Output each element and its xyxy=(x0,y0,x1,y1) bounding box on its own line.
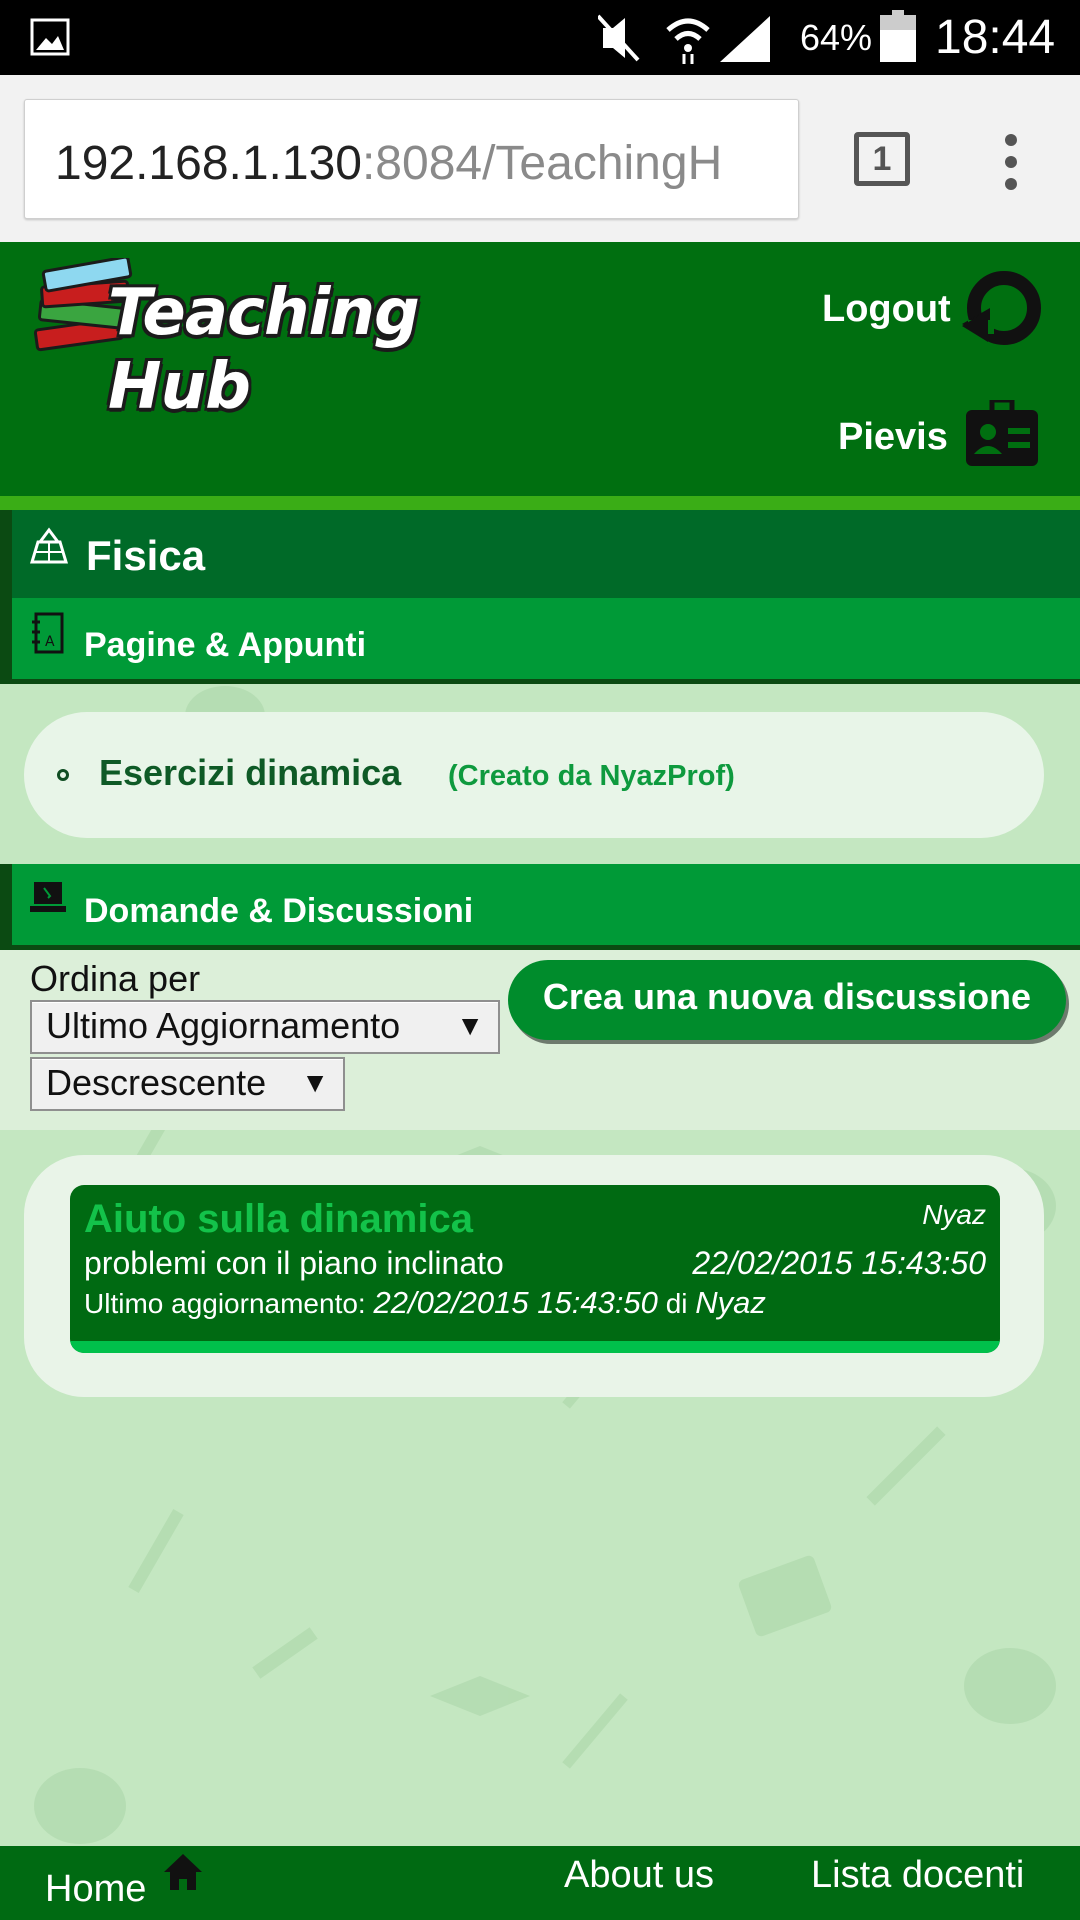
discussion-author: Nyaz xyxy=(922,1199,986,1230)
discussions-list: Aiuto sulla dinamica Nyaz problemi con i… xyxy=(24,1155,1044,1397)
gallery-icon xyxy=(30,18,70,56)
create-discussion-button[interactable]: Crea una nuova discussione xyxy=(508,960,1066,1040)
subject-title: Fisica xyxy=(86,532,206,579)
sort-order-value: Descrescente xyxy=(46,1062,267,1103)
browser-toolbar: 192.168.1.130:8084/TeachingH 1 xyxy=(0,75,1080,242)
battery-percent: 64% xyxy=(800,17,873,58)
discussion-created-date: 22/02/2015 15:43:50 xyxy=(692,1245,986,1281)
discussion-subtitle: problemi con il piano inclinato xyxy=(84,1245,504,1281)
overflow-menu-icon[interactable] xyxy=(1000,132,1022,192)
discussions-section-header: Domande & Discussioni xyxy=(0,864,1080,950)
pages-section-header: A Pagine & Appunti xyxy=(0,598,1080,684)
tab-switcher-button[interactable]: 1 xyxy=(854,132,910,186)
discussion-underline xyxy=(70,1341,1000,1353)
bullet-icon xyxy=(57,769,69,781)
discussion-controls: Ordina per Ultimo Aggiornamento ▼ Descre… xyxy=(0,950,1080,1130)
header-divider xyxy=(0,496,1080,510)
sort-field-value: Ultimo Aggiornamento xyxy=(46,1005,401,1046)
url-path: :8084/TeachingH xyxy=(361,137,723,190)
clock: 18:44 xyxy=(935,11,1056,64)
sort-label: Ordina per xyxy=(30,958,201,999)
discussion-last-update: Ultimo aggiornamento: 22/02/2015 15:43:5… xyxy=(84,1285,766,1321)
footer-about-link[interactable]: About us xyxy=(564,1854,714,1897)
dropdown-arrow-icon: ▼ xyxy=(301,1067,329,1098)
page-link[interactable]: Esercizi dinamica xyxy=(99,752,401,794)
footer-teachers-link[interactable]: Lista docenti xyxy=(811,1854,1024,1897)
by-label: di xyxy=(665,1288,688,1319)
discussion-title[interactable]: Aiuto sulla dinamica xyxy=(84,1197,473,1242)
subject-header: Fisica xyxy=(0,510,1080,598)
pages-section-title: Pagine & Appunti xyxy=(84,626,367,664)
id-badge-icon[interactable] xyxy=(964,400,1040,468)
discussion-item[interactable]: Aiuto sulla dinamica Nyaz problemi con i… xyxy=(70,1185,1000,1353)
laptop-icon xyxy=(30,882,66,912)
page-creator: (Creato da NyazProf) xyxy=(448,760,735,792)
basket-icon xyxy=(29,527,69,564)
logo[interactable]: Teaching Hub xyxy=(30,258,500,424)
user-profile-link[interactable]: Pievis xyxy=(838,416,948,459)
signal-wifi-icons xyxy=(598,14,770,64)
sort-order-select[interactable]: Descrescente ▼ xyxy=(30,1057,345,1111)
logout-icon[interactable] xyxy=(960,268,1044,350)
last-update-label: Ultimo aggiornamento: xyxy=(84,1288,366,1319)
url-bar[interactable]: 192.168.1.130:8084/TeachingH xyxy=(24,99,799,219)
logout-link[interactable]: Logout xyxy=(822,288,951,331)
svg-text:A: A xyxy=(45,634,55,650)
url-text: 192.168.1.130:8084/TeachingH xyxy=(55,136,722,191)
last-update-date: 22/02/2015 15:43:50 xyxy=(373,1285,658,1320)
home-icon[interactable] xyxy=(162,1852,204,1892)
discussions-section-title: Domande & Discussioni xyxy=(84,892,474,930)
site-header: Teaching Hub Logout Pievis xyxy=(0,242,1080,496)
list-item[interactable]: Esercizi dinamica (Creato da NyazProf) xyxy=(24,712,1044,838)
footer-nav: Home About us Lista docenti xyxy=(0,1846,1080,1920)
footer-home-link[interactable]: Home xyxy=(45,1868,146,1911)
sort-field-select[interactable]: Ultimo Aggiornamento ▼ xyxy=(30,1000,500,1054)
logo-text: Teaching Hub xyxy=(108,276,420,424)
pages-list: Esercizi dinamica (Creato da NyazProf) xyxy=(0,686,1080,864)
dropdown-arrow-icon: ▼ xyxy=(456,1010,484,1041)
last-update-author: Nyaz xyxy=(695,1285,766,1320)
battery-icon xyxy=(880,10,916,62)
url-host: 192.168.1.130 xyxy=(55,137,362,190)
status-bar: 64% 18:44 xyxy=(0,0,1080,75)
notebook-icon: A xyxy=(32,612,64,654)
